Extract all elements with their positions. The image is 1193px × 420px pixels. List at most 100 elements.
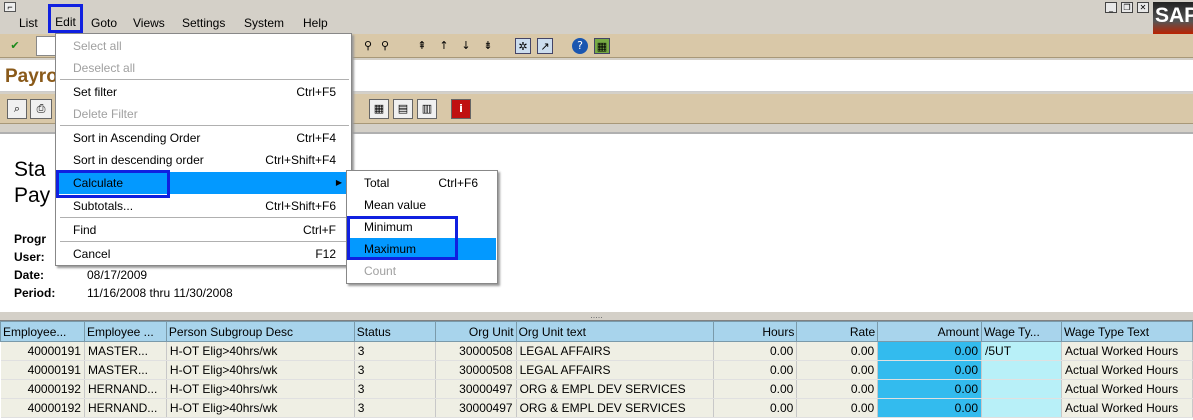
table-cell[interactable]: 0.00 xyxy=(877,341,983,361)
restore-icon[interactable]: ❐ xyxy=(1121,2,1133,13)
menu-item-sort-descending[interactable]: Sort in descending order Ctrl+Shift+F4 xyxy=(57,149,350,171)
system-menu-icon[interactable]: ⌐ xyxy=(4,2,16,12)
menu-help[interactable]: Help xyxy=(303,15,328,31)
table-cell[interactable]: 0.00 xyxy=(877,398,983,418)
table-cell[interactable]: ORG & EMPL DEV SERVICES xyxy=(516,398,715,418)
table-cell[interactable]: MASTER... xyxy=(84,341,167,361)
command-field[interactable] xyxy=(36,36,56,56)
table-cell[interactable]: 40000191 xyxy=(0,341,85,361)
table-cell[interactable]: 3 xyxy=(354,398,436,418)
table-cell[interactable]: HERNAND... xyxy=(84,398,167,418)
table-cell[interactable] xyxy=(981,398,1062,418)
column-header[interactable]: Wage Type Text xyxy=(1060,321,1193,342)
table-cell[interactable]: 40000192 xyxy=(0,379,85,399)
splitter-handle[interactable]: ..... xyxy=(0,311,1193,320)
first-page-icon[interactable]: ⇞ xyxy=(414,38,430,54)
menu-edit[interactable]: Edit xyxy=(48,4,83,33)
table-cell[interactable]: 30000508 xyxy=(435,360,517,380)
table-cell[interactable]: 30000497 xyxy=(435,379,517,399)
select-layout-icon[interactable]: ▤ xyxy=(393,99,413,119)
table-cell[interactable]: 0.00 xyxy=(796,379,879,399)
close-icon[interactable]: ✕ xyxy=(1137,2,1149,13)
enter-check-icon[interactable]: ✔ xyxy=(7,38,23,54)
table-cell[interactable]: 0.00 xyxy=(796,360,879,380)
table-cell[interactable]: H-OT Elig>40hrs/wk xyxy=(166,398,355,418)
menu-item-subtotals[interactable]: Subtotals... Ctrl+Shift+F6 xyxy=(57,195,350,217)
table-cell[interactable] xyxy=(981,379,1062,399)
table-cell[interactable]: H-OT Elig>40hrs/wk xyxy=(166,360,355,380)
last-page-icon[interactable]: ⇟ xyxy=(480,38,496,54)
menu-goto[interactable]: Goto xyxy=(91,15,117,31)
table-cell[interactable]: MASTER... xyxy=(84,360,167,380)
column-header[interactable]: Rate xyxy=(796,321,879,342)
table-cell[interactable]: 30000497 xyxy=(435,398,517,418)
table-row[interactable]: 40000191 MASTER... H-OT Elig>40hrs/wk 3 3000… xyxy=(0,341,1193,361)
menu-views[interactable]: Views xyxy=(133,15,165,31)
table-cell[interactable]: Actual Worked Hours xyxy=(1061,341,1193,361)
create-session-icon[interactable]: ✲ xyxy=(515,38,531,54)
period-label: Period: xyxy=(14,286,56,300)
menu-item-set-filter[interactable]: Set filter Ctrl+F5 xyxy=(57,81,350,103)
table-cell[interactable]: 3 xyxy=(354,379,436,399)
column-header[interactable]: Status xyxy=(353,321,436,342)
column-header[interactable]: Employee ... xyxy=(83,321,167,342)
table-cell[interactable]: H-OT Elig>40hrs/wk xyxy=(166,341,355,361)
menu-item-find[interactable]: Find Ctrl+F xyxy=(57,219,350,241)
previous-page-icon[interactable]: ↑ xyxy=(436,38,452,54)
table-cell[interactable]: LEGAL AFFAIRS xyxy=(516,360,715,380)
table-cell[interactable] xyxy=(981,360,1062,380)
menu-item-cancel[interactable]: Cancel F12 xyxy=(57,243,350,265)
table-cell[interactable]: 3 xyxy=(354,341,436,361)
shortcut-icon[interactable]: ↗ xyxy=(537,38,553,54)
details-icon[interactable]: ⌕ xyxy=(7,99,27,119)
table-row[interactable]: 40000192 HERNAND... H-OT Elig>40hrs/wk 3 300… xyxy=(0,398,1193,418)
table-cell[interactable]: 0.00 xyxy=(796,398,879,418)
table-cell[interactable]: 0.00 xyxy=(713,379,798,399)
menu-system[interactable]: System xyxy=(244,15,284,31)
column-header[interactable]: Amount xyxy=(877,321,983,342)
find-icon[interactable]: ⚲ xyxy=(360,38,376,54)
find-next-icon[interactable]: ⚲ xyxy=(377,38,393,54)
table-cell[interactable]: 30000508 xyxy=(435,341,517,361)
table-cell[interactable]: Actual Worked Hours xyxy=(1061,379,1193,399)
table-cell[interactable]: 0.00 xyxy=(713,341,798,361)
save-layout-icon[interactable]: ▥ xyxy=(417,99,437,119)
table-cell[interactable]: HERNAND... xyxy=(84,379,167,399)
minimize-icon[interactable]: _ xyxy=(1105,2,1117,13)
submenu-item-mean-value[interactable]: Mean value xyxy=(348,194,496,216)
table-cell[interactable]: 0.00 xyxy=(713,398,798,418)
table-cell[interactable]: Actual Worked Hours xyxy=(1061,398,1193,418)
table-cell[interactable]: H-OT Elig>40hrs/wk xyxy=(166,379,355,399)
table-cell[interactable]: 40000192 xyxy=(0,398,85,418)
next-page-icon[interactable]: ↓ xyxy=(458,38,474,54)
table-cell[interactable]: 40000191 xyxy=(0,360,85,380)
grid-layout-icon[interactable]: ▦ xyxy=(369,99,389,119)
help-icon[interactable]: ? xyxy=(572,38,588,54)
table-cell[interactable]: 3 xyxy=(354,360,436,380)
table-cell[interactable]: ORG & EMPL DEV SERVICES xyxy=(516,379,715,399)
table-cell[interactable]: /5UT xyxy=(981,341,1062,361)
menu-item-sort-ascending[interactable]: Sort in Ascending Order Ctrl+F4 xyxy=(57,127,350,149)
submenu-item-total[interactable]: Total Ctrl+F6 xyxy=(348,172,496,194)
table-row[interactable]: 40000192 HERNAND... H-OT Elig>40hrs/wk 3 300… xyxy=(0,379,1193,399)
column-header[interactable]: Hours xyxy=(713,321,798,342)
column-header[interactable]: Wage Ty... xyxy=(981,321,1062,342)
column-header[interactable]: Person Subgroup Desc xyxy=(165,321,355,342)
print-icon[interactable]: ⎙ xyxy=(30,99,52,119)
menu-list[interactable]: List xyxy=(19,15,38,31)
calculate-highlight-box xyxy=(56,170,170,198)
table-cell[interactable]: 0.00 xyxy=(877,360,983,380)
column-header[interactable]: Org Unit text xyxy=(515,321,715,342)
table-cell[interactable]: 0.00 xyxy=(796,341,879,361)
table-row[interactable]: 40000191 MASTER... H-OT Elig>40hrs/wk 3 3000… xyxy=(0,360,1193,380)
table-cell[interactable]: Actual Worked Hours xyxy=(1061,360,1193,380)
menu-settings[interactable]: Settings xyxy=(182,15,225,31)
menu-item-shortcut: Ctrl+F6 xyxy=(438,176,478,190)
table-cell[interactable]: 0.00 xyxy=(713,360,798,380)
layout-icon[interactable]: ▦ xyxy=(594,38,610,54)
information-icon[interactable]: i xyxy=(451,99,471,119)
table-cell[interactable]: LEGAL AFFAIRS xyxy=(516,341,715,361)
table-cell[interactable]: 0.00 xyxy=(877,379,983,399)
column-header[interactable]: Employee... xyxy=(0,321,85,342)
column-header[interactable]: Org Unit xyxy=(434,321,517,342)
